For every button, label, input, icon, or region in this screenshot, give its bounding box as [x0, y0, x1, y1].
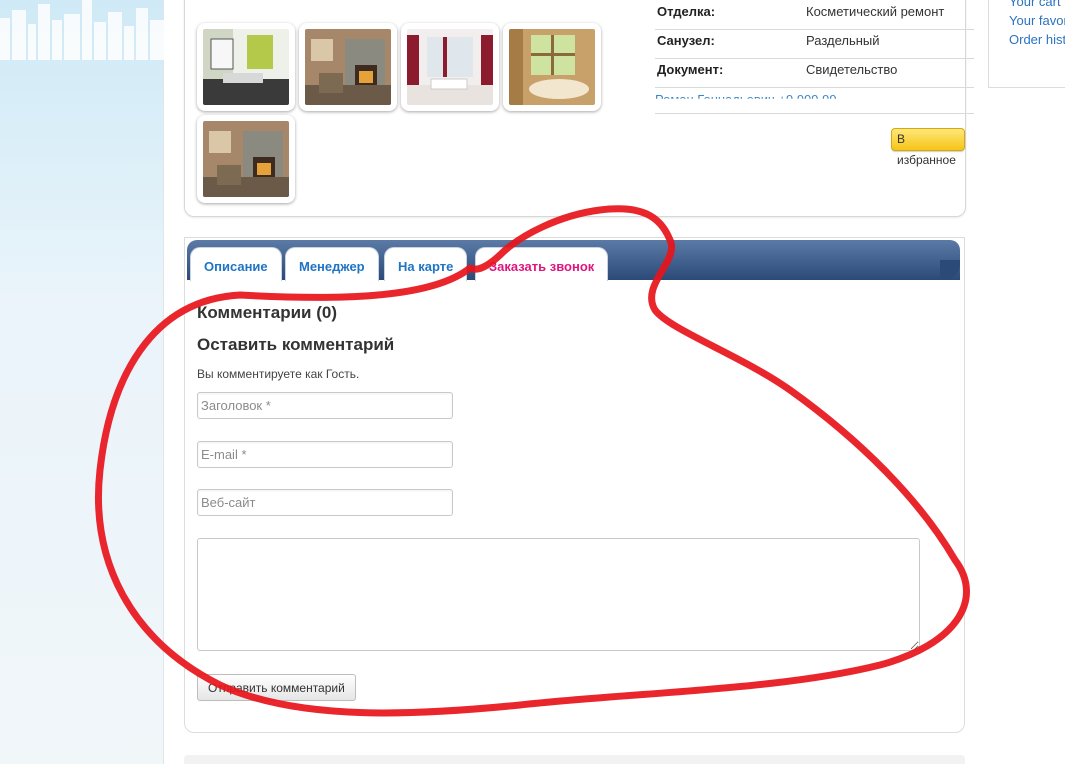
contact-row[interactable]: Роман Геннадьевич +9 999 99	[655, 88, 974, 114]
tabs-panel: Описание Менеджер На карте Заказать звон…	[184, 237, 965, 733]
tab-order-call[interactable]: Заказать звонок	[475, 247, 609, 281]
contact-link[interactable]: Роман Геннадьевич +9 999 99	[655, 92, 837, 99]
submit-comment-button[interactable]: Отправить комментарий	[197, 674, 356, 701]
commenting-as-guest-text: Вы комментируете как Гость.	[197, 367, 360, 381]
next-section-edge	[184, 755, 965, 764]
thumbnail-1[interactable]	[197, 23, 295, 111]
property-value: Раздельный	[806, 33, 880, 48]
listing-box: Отделка: Косметический ремонт Санузел: Р…	[184, 0, 974, 217]
your-cart-link[interactable]: Your cart	[1009, 0, 1061, 9]
property-label: Санузел:	[657, 33, 715, 48]
thumbnail-2[interactable]	[299, 23, 397, 111]
account-links-box: Your cart Your favor Order hist	[988, 0, 1065, 88]
property-row-finish: Отделка: Косметический ремонт	[655, 1, 974, 30]
thumbnail-3[interactable]	[401, 23, 499, 111]
comment-email-input[interactable]	[197, 441, 453, 468]
thumbnail-4[interactable]	[503, 23, 601, 111]
leave-comment-heading: Оставить комментарий	[197, 335, 395, 354]
comment-message-textarea[interactable]	[197, 538, 920, 651]
tab-bar: Описание Менеджер На карте Заказать звон…	[187, 240, 960, 281]
main-column: Отделка: Косметический ремонт Санузел: Р…	[164, 0, 988, 764]
tab-manager[interactable]: Менеджер	[285, 247, 379, 281]
comments-count-heading: Комментарии (0)	[197, 303, 337, 322]
order-history-link[interactable]: Order hist	[1009, 32, 1065, 47]
comment-website-input[interactable]	[197, 489, 453, 516]
property-row-document: Документ: Свидетельство	[655, 59, 974, 88]
add-to-favorites-button[interactable]: В избранное	[891, 128, 965, 167]
tab-map[interactable]: На карте	[384, 247, 468, 281]
your-favorites-link[interactable]: Your favor	[1009, 13, 1065, 28]
property-value: Свидетельство	[806, 62, 898, 77]
tab-description[interactable]: Описание	[190, 247, 282, 281]
property-value: Косметический ремонт	[806, 4, 945, 19]
thumbnail-5[interactable]	[197, 115, 295, 203]
city-skyline-decoration	[0, 0, 164, 60]
left-background	[0, 0, 164, 764]
property-row-bathroom: Санузел: Раздельный	[655, 30, 974, 59]
comment-title-input[interactable]	[197, 392, 453, 419]
property-label: Отделка:	[657, 4, 716, 19]
property-label: Документ:	[657, 62, 724, 77]
